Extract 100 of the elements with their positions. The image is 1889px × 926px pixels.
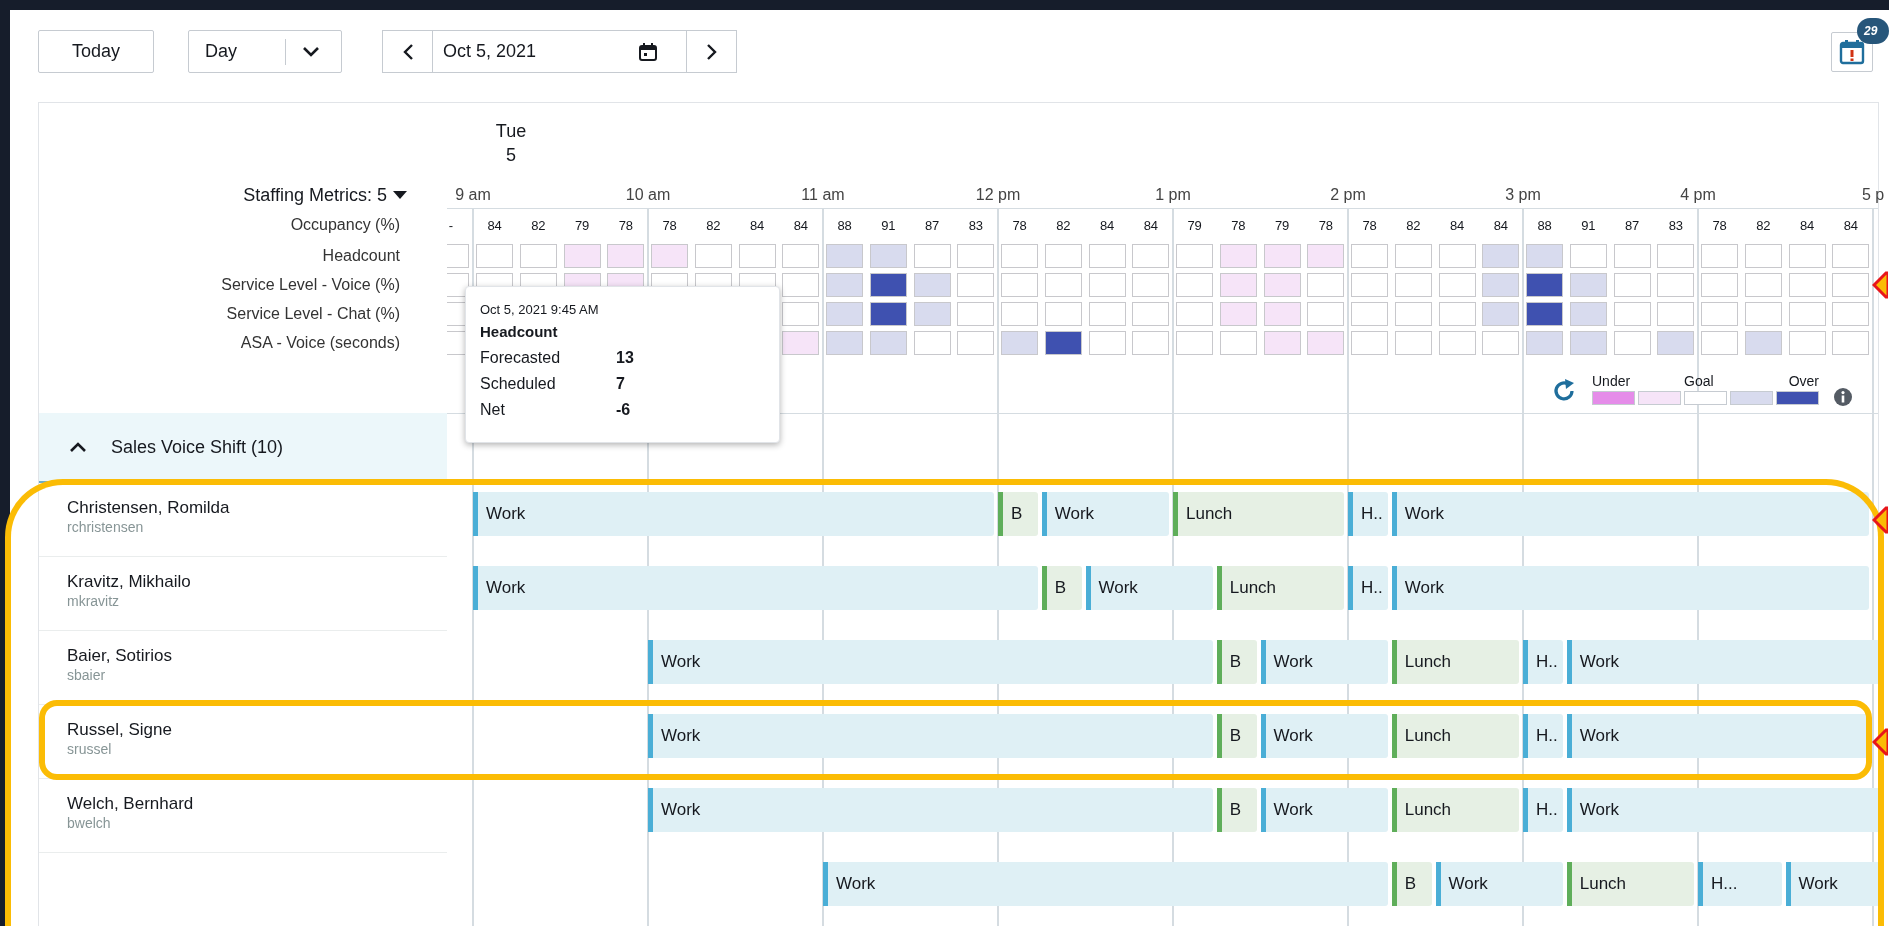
chevron-up-icon[interactable]	[69, 441, 87, 453]
schedule-block[interactable]: H..	[1348, 566, 1388, 610]
heatmap-cell[interactable]	[1613, 330, 1651, 355]
heatmap-cell[interactable]	[1307, 330, 1345, 355]
heatmap-cell[interactable]	[1132, 330, 1170, 355]
heatmap-cell[interactable]	[1701, 330, 1739, 355]
heatmap-cell[interactable]	[826, 301, 864, 326]
heatmap-cell[interactable]	[1438, 243, 1476, 268]
heatmap-cell[interactable]	[1394, 301, 1432, 326]
heatmap-cell[interactable]	[1351, 272, 1389, 297]
heatmap-cell[interactable]	[1744, 272, 1782, 297]
heatmap-cell[interactable]	[1307, 301, 1345, 326]
heatmap-cell[interactable]	[1394, 272, 1432, 297]
heatmap-cell[interactable]	[782, 301, 820, 326]
schedule-block[interactable]: Lunch	[1173, 492, 1344, 536]
schedule-block[interactable]: Work	[1085, 566, 1213, 610]
schedule-block[interactable]: Work	[823, 862, 1388, 906]
heatmap-cell[interactable]	[1701, 272, 1739, 297]
heatmap-cell[interactable]	[607, 243, 645, 268]
heatmap-cell[interactable]	[869, 330, 907, 355]
schedule-block[interactable]: B	[1391, 862, 1432, 906]
heatmap-cell[interactable]	[519, 243, 557, 268]
schedule-block[interactable]: B	[1216, 714, 1257, 758]
schedule-block[interactable]: B	[1216, 640, 1257, 684]
heatmap-cell[interactable]	[1394, 330, 1432, 355]
heatmap-cell[interactable]	[1613, 243, 1651, 268]
heatmap-cell[interactable]	[1482, 301, 1520, 326]
heatmap-cell[interactable]	[1482, 330, 1520, 355]
heatmap-cell[interactable]	[1132, 272, 1170, 297]
schedule-block[interactable]: Work	[1260, 788, 1388, 832]
heatmap-cell[interactable]	[1438, 330, 1476, 355]
heatmap-cell[interactable]	[1482, 243, 1520, 268]
heatmap-cell[interactable]	[1132, 243, 1170, 268]
schedule-block[interactable]: Lunch	[1566, 862, 1694, 906]
schedule-block[interactable]: H..	[1523, 640, 1563, 684]
heatmap-cell[interactable]	[1526, 301, 1564, 326]
heatmap-cell[interactable]	[1701, 301, 1739, 326]
heatmap-cell[interactable]	[1788, 272, 1826, 297]
heatmap-cell[interactable]	[1526, 243, 1564, 268]
heatmap-cell[interactable]	[1263, 330, 1301, 355]
heatmap-cell[interactable]	[1263, 301, 1301, 326]
heatmap-cell[interactable]	[1526, 330, 1564, 355]
heatmap-cell[interactable]	[694, 243, 732, 268]
heatmap-cell[interactable]	[869, 272, 907, 297]
schedule-block[interactable]: B	[1041, 566, 1082, 610]
schedule-block[interactable]: Lunch	[1391, 640, 1519, 684]
heatmap-cell[interactable]	[1832, 330, 1870, 355]
schedule-block[interactable]: Work	[648, 640, 1213, 684]
previous-day-button[interactable]	[382, 30, 433, 73]
heatmap-cell[interactable]	[1044, 243, 1082, 268]
schedule-block[interactable]: Lunch	[1391, 788, 1519, 832]
schedule-block[interactable]: H..	[1523, 714, 1563, 758]
heatmap-cell[interactable]	[1788, 301, 1826, 326]
heatmap-cell[interactable]	[869, 243, 907, 268]
schedule-block[interactable]: Work	[1041, 492, 1169, 536]
schedule-block[interactable]: Work	[1260, 640, 1388, 684]
heatmap-cell[interactable]	[1613, 301, 1651, 326]
schedule-block[interactable]: H..	[1348, 492, 1388, 536]
heatmap-cell[interactable]	[1132, 301, 1170, 326]
schedule-block[interactable]: Work	[1260, 714, 1388, 758]
heatmap-cell[interactable]	[1263, 243, 1301, 268]
heatmap-cell[interactable]	[1351, 243, 1389, 268]
schedule-block[interactable]: H...	[1698, 862, 1782, 906]
heatmap-cell[interactable]	[1088, 330, 1126, 355]
heatmap-cell[interactable]	[1176, 243, 1214, 268]
heatmap-cell[interactable]	[1219, 243, 1257, 268]
date-field[interactable]: Oct 5, 2021	[433, 30, 686, 73]
schedule-block[interactable]: Work	[1435, 862, 1563, 906]
heatmap-cell[interactable]	[1044, 301, 1082, 326]
schedule-block[interactable]: Work	[1566, 640, 1878, 684]
heatmap-cell[interactable]	[1001, 330, 1039, 355]
schedule-block[interactable]: Work	[1391, 492, 1869, 536]
heatmap-cell[interactable]	[1263, 272, 1301, 297]
schedule-block[interactable]: B	[998, 492, 1038, 536]
heatmap-cell[interactable]	[1657, 301, 1695, 326]
heatmap-cell[interactable]	[782, 272, 820, 297]
heatmap-cell[interactable]	[826, 330, 864, 355]
heatmap-cell[interactable]	[1001, 243, 1039, 268]
heatmap-cell[interactable]	[1176, 272, 1214, 297]
heatmap-cell[interactable]	[651, 243, 689, 268]
heatmap-cell[interactable]	[913, 301, 951, 326]
heatmap-cell[interactable]	[1569, 301, 1607, 326]
heatmap-cell[interactable]	[563, 243, 601, 268]
heatmap-cell[interactable]	[869, 301, 907, 326]
schedule-block[interactable]: Work	[473, 492, 994, 536]
heatmap-cell[interactable]	[1569, 330, 1607, 355]
heatmap-cell[interactable]	[1526, 272, 1564, 297]
heatmap-cell[interactable]	[1744, 330, 1782, 355]
heatmap-cell[interactable]	[1219, 301, 1257, 326]
schedule-block[interactable]: Work	[648, 788, 1213, 832]
heatmap-cell[interactable]	[1351, 330, 1389, 355]
heatmap-cell[interactable]	[1832, 272, 1870, 297]
heatmap-cell[interactable]	[1744, 243, 1782, 268]
heatmap-cell[interactable]	[1788, 330, 1826, 355]
heatmap-cell[interactable]	[826, 272, 864, 297]
heatmap-cell[interactable]	[957, 301, 995, 326]
heatmap-cell[interactable]	[1044, 330, 1082, 355]
heatmap-cell[interactable]	[913, 243, 951, 268]
heatmap-cell[interactable]	[913, 272, 951, 297]
heatmap-cell[interactable]	[1657, 330, 1695, 355]
